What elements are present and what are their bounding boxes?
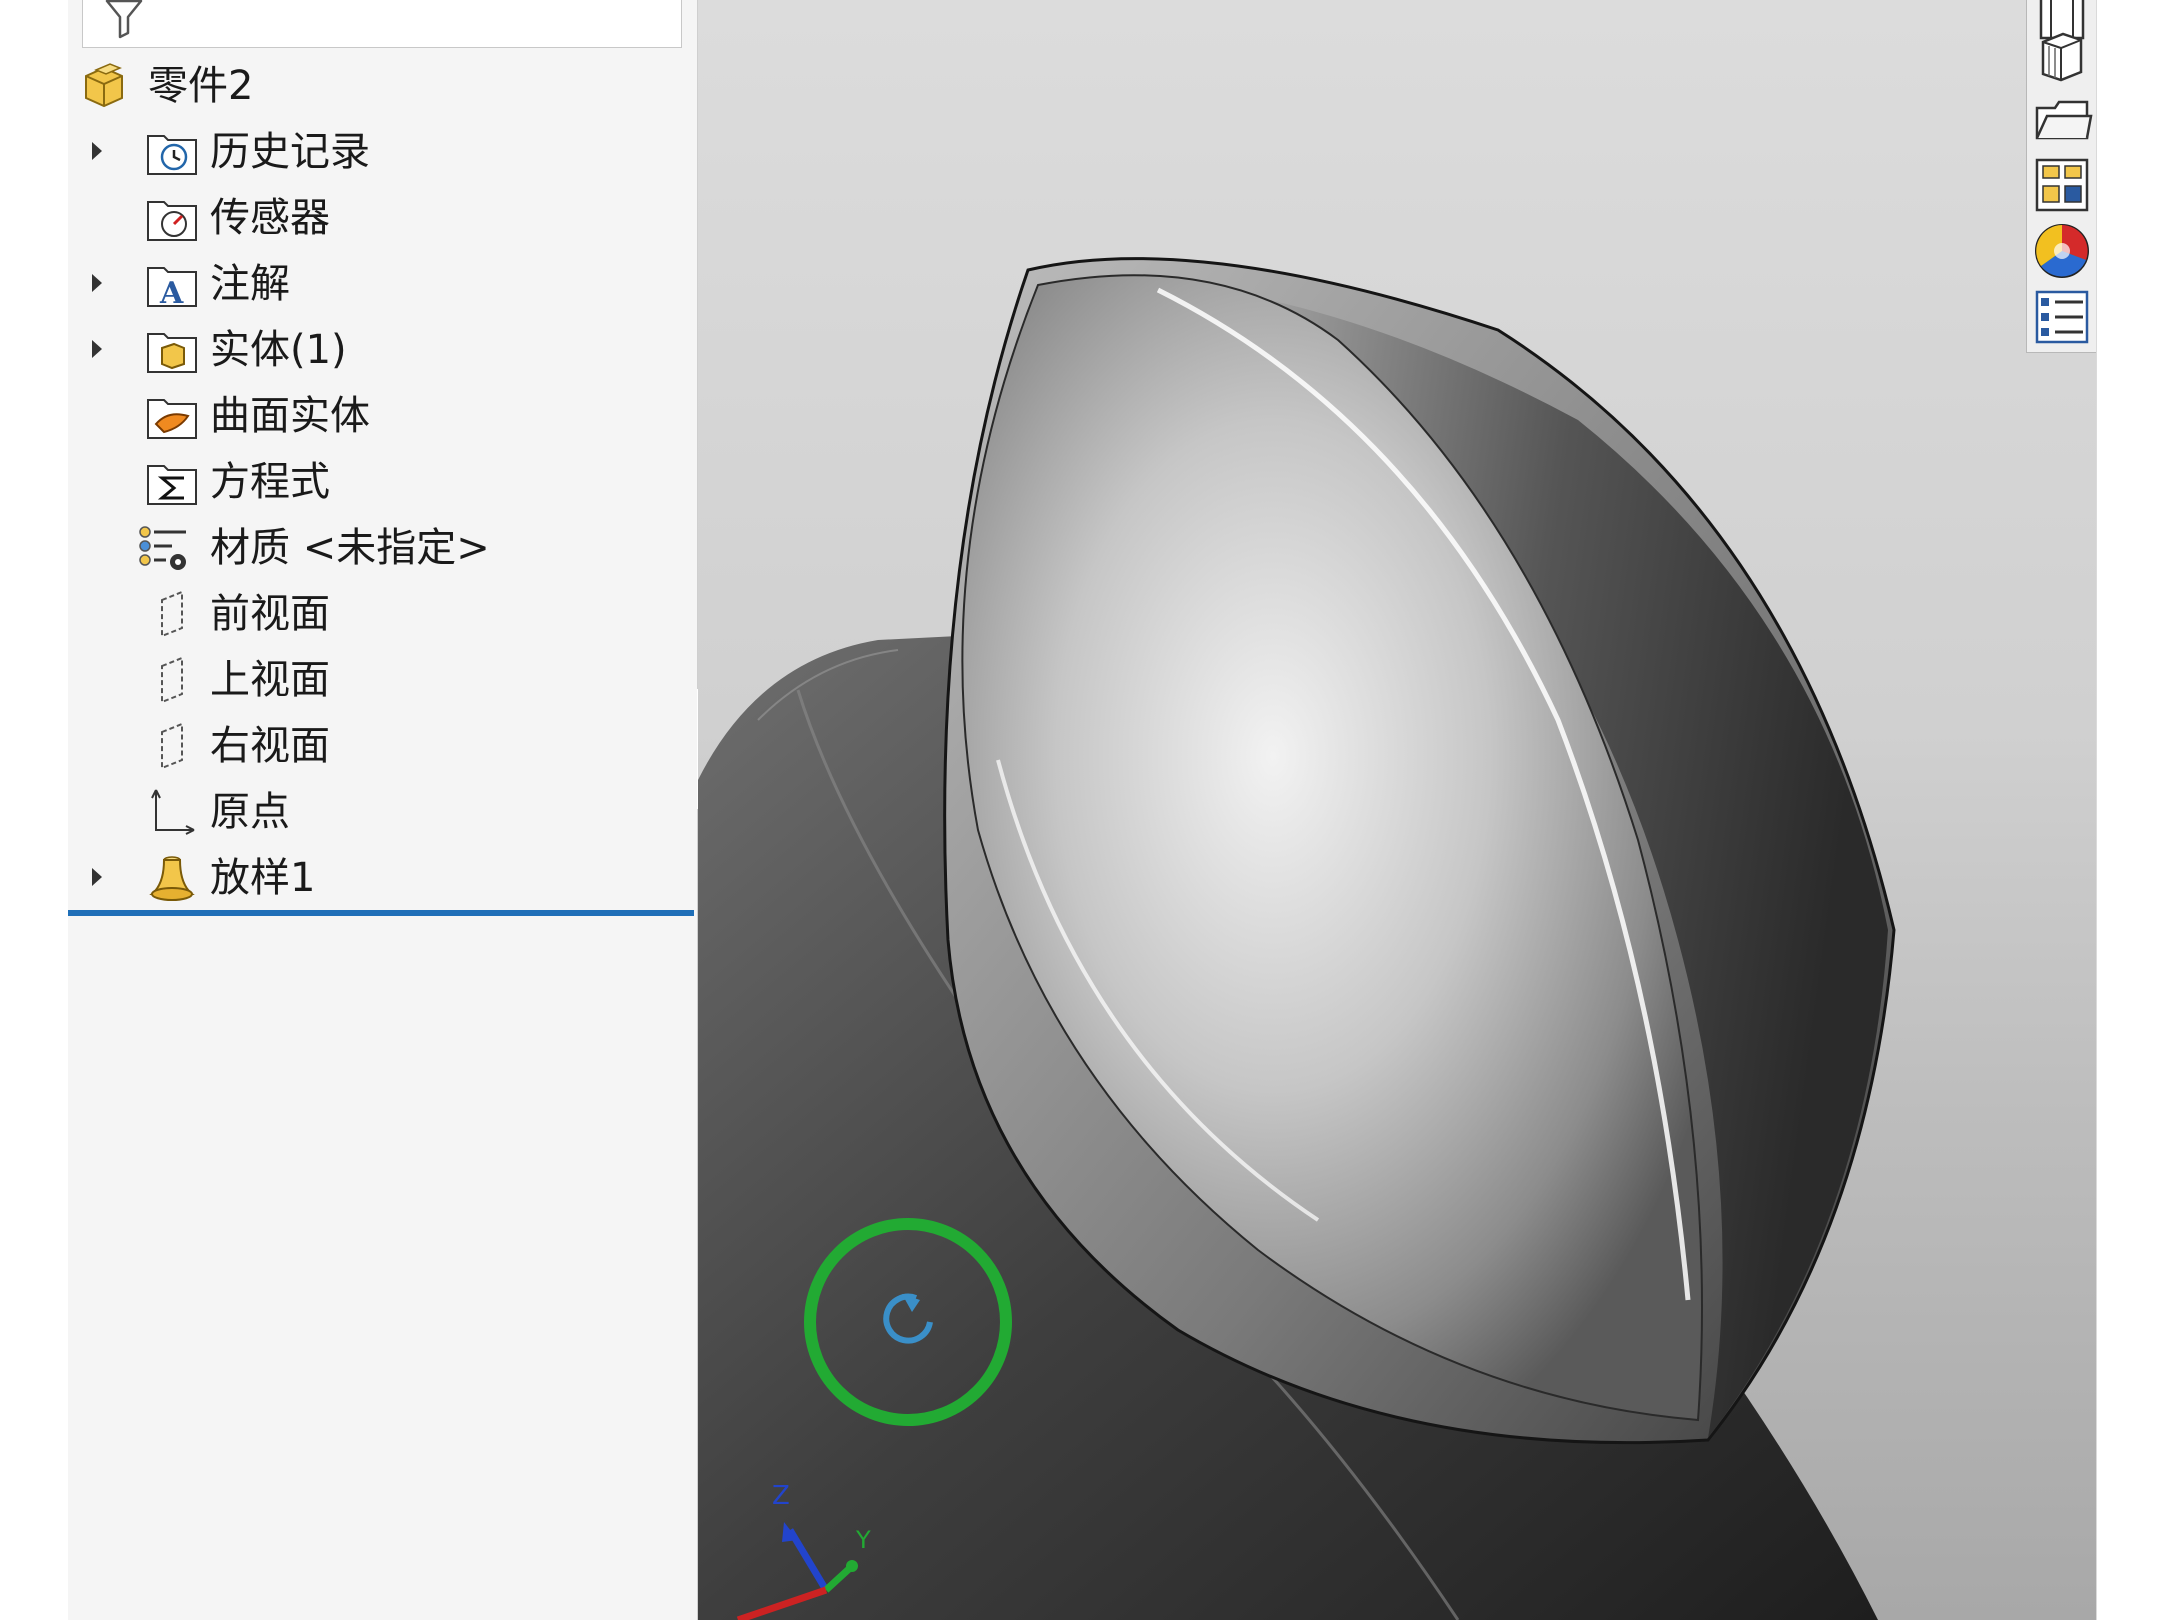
right-window-gutter [2096,0,2164,1620]
tree-root-label: 零件2 [148,63,254,109]
tree-root-part[interactable]: 零件2 [78,56,678,116]
tree-item-material[interactable]: 材质 <未指定> [88,518,678,578]
view-palette-icon[interactable] [2031,154,2093,216]
tree-item-solid-bodies[interactable]: 实体(1) [88,320,678,380]
tree-item-label: 前视面 [210,591,330,637]
model-scene[interactable]: Z Y [698,0,2096,1620]
svg-text:A: A [159,276,184,311]
file-explorer-icon[interactable] [2031,90,2093,152]
triad-y-label: Y [855,1526,871,1554]
plane-icon [161,722,183,770]
task-pane-tabs [2026,0,2097,353]
expand-arrow-icon[interactable] [92,274,102,292]
tree-item-loft1[interactable]: 放样1 [88,848,678,908]
annotations-folder-icon: A [147,267,197,311]
tree-item-surface-bodies[interactable]: 曲面实体 [88,386,678,446]
left-window-gutter [0,0,70,1620]
tree-item-label: 原点 [210,789,290,835]
graphics-viewport[interactable]: Z Y [698,0,2096,1620]
custom-properties-icon[interactable] [2031,286,2093,348]
tree-item-label: 放样1 [210,855,316,901]
origin-icon [151,789,195,835]
tree-filter-box[interactable] [82,0,682,48]
tree-rollback-bar[interactable] [68,910,694,916]
expand-arrow-icon[interactable] [92,868,102,886]
tree-item-label: 历史记录 [210,129,370,175]
expand-arrow-icon[interactable] [92,340,102,358]
part-icon [85,63,123,108]
tree-item-label: 注解 [210,261,290,307]
loft-feature-icon [149,856,195,901]
tree-item-sensors[interactable]: 传感器 [88,188,678,248]
tree-item-label: 上视面 [210,657,330,703]
appearances-icon[interactable] [2031,220,2093,282]
tree-item-front-plane[interactable]: 前视面 [88,584,678,644]
tree-item-origin[interactable]: 原点 [88,782,678,842]
tree-item-label: 实体(1) [210,327,347,373]
tree-item-annotations[interactable]: A 注解 [88,254,678,314]
material-icon [139,526,186,570]
equations-folder-icon [147,465,197,505]
tree-item-top-plane[interactable]: 上视面 [88,650,678,710]
tree-item-label: 材质 <未指定> [210,525,490,571]
triad-z-label: Z [772,1481,790,1511]
tree-item-label: 右视面 [210,723,330,769]
tree-item-label: 方程式 [210,459,330,505]
filter-icon[interactable] [101,0,147,43]
expand-arrow-icon[interactable] [92,142,102,160]
history-folder-icon [147,135,197,175]
solid-bodies-folder-icon [147,333,197,373]
tree-item-equations[interactable]: 方程式 [88,452,678,512]
tree-item-right-plane[interactable]: 右视面 [88,716,678,776]
design-library-icon[interactable] [2031,26,2093,88]
tree-item-history[interactable]: 历史记录 [88,122,678,182]
surface-bodies-folder-icon [147,399,197,439]
feature-manager-tree: 零件2 历史记录 传感器 A 注解 实体(1) 曲面实体 方程式 材质 <未指定… [68,0,698,1620]
plane-icon [161,590,183,638]
sensors-folder-icon [147,201,197,241]
tree-item-label: 曲面实体 [210,393,370,439]
tree-item-label: 传感器 [210,195,330,241]
plane-icon [161,656,183,704]
